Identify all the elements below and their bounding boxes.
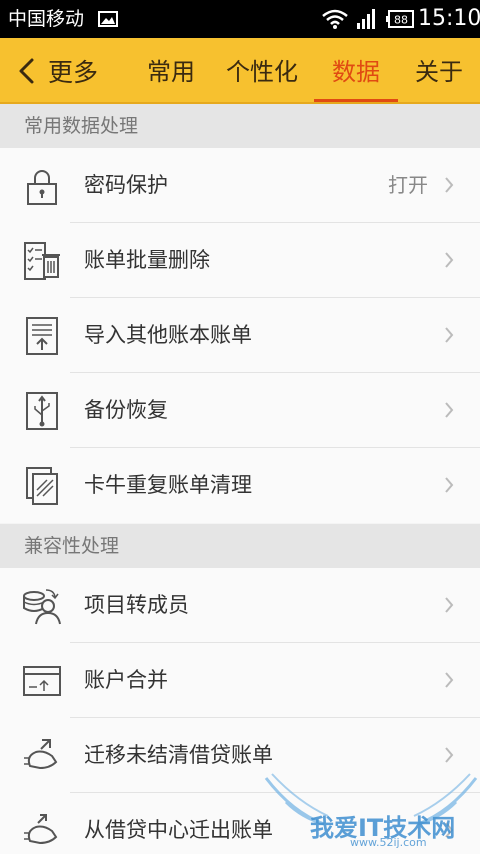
chevron-right-icon	[445, 327, 454, 343]
chevron-right-icon	[445, 177, 454, 193]
chevron-right-icon	[445, 477, 454, 493]
chevron-right-icon	[445, 822, 454, 838]
back-button[interactable]: 更多	[16, 52, 98, 90]
top-nav-bar: 更多 常用 个性化 数据 关于	[0, 38, 480, 104]
row-label: 密码保护	[84, 173, 168, 197]
section-header-common-data: 常用数据处理	[0, 104, 480, 148]
row-label: 项目转成员	[84, 593, 189, 617]
row-label: 从借贷中心迁出账单	[84, 818, 273, 842]
image-notification-icon	[98, 11, 118, 27]
clock: 15:10	[418, 6, 480, 31]
battery-level: 88	[394, 14, 408, 27]
row-migrate-from-loan-center[interactable]: 从借贷中心迁出账单	[0, 793, 480, 854]
tab-personalize[interactable]: 个性化	[216, 52, 308, 96]
row-backup-restore[interactable]: 备份恢复	[0, 373, 480, 448]
tab-common[interactable]: 常用	[136, 52, 206, 96]
row-password-protection[interactable]: 密码保护 打开	[0, 148, 480, 223]
loan-migrate-icon	[24, 739, 58, 770]
row-duplicate-cleanup[interactable]: 卡牛重复账单清理	[0, 448, 480, 523]
carrier-name: 中国移动	[8, 8, 85, 30]
import-icon	[26, 317, 58, 355]
lock-icon	[27, 170, 57, 205]
active-tab-indicator	[314, 99, 398, 102]
row-project-to-member[interactable]: 项目转成员	[0, 568, 480, 643]
row-value: 打开	[388, 173, 428, 197]
tab-about[interactable]: 关于	[404, 52, 474, 96]
row-account-merge[interactable]: 账户合并	[0, 643, 480, 718]
row-label: 账户合并	[84, 668, 168, 692]
duplicate-clean-icon	[26, 467, 58, 505]
usb-backup-icon	[26, 392, 58, 430]
chevron-right-icon	[445, 597, 454, 613]
row-label: 备份恢复	[84, 398, 168, 422]
chevron-right-icon	[445, 747, 454, 763]
row-migrate-unsettled-loans[interactable]: 迁移未结清借贷账单	[0, 718, 480, 793]
back-label: 更多	[48, 58, 99, 87]
signal-icon	[357, 9, 375, 29]
row-import-bills[interactable]: 导入其他账本账单	[0, 298, 480, 373]
row-label: 导入其他账本账单	[84, 323, 252, 347]
account-merge-icon	[23, 666, 61, 696]
row-label: 迁移未结清借贷账单	[84, 743, 273, 767]
batch-delete-icon	[24, 242, 60, 280]
loan-center-out-icon	[24, 814, 58, 845]
row-label: 账单批量删除	[84, 248, 210, 272]
chevron-right-icon	[445, 402, 454, 418]
chevron-right-icon	[445, 252, 454, 268]
chevron-left-icon	[19, 58, 34, 84]
status-bar: 中国移动 88 15:10	[0, 0, 480, 38]
tab-data[interactable]: 数据	[318, 52, 394, 96]
row-label: 卡牛重复账单清理	[84, 473, 252, 497]
wifi-icon	[322, 9, 348, 29]
battery-icon: 88	[386, 10, 414, 28]
project-to-member-icon	[23, 589, 61, 625]
row-batch-delete[interactable]: 账单批量删除	[0, 223, 480, 298]
section-header-compatibility: 兼容性处理	[0, 524, 480, 568]
chevron-right-icon	[445, 672, 454, 688]
